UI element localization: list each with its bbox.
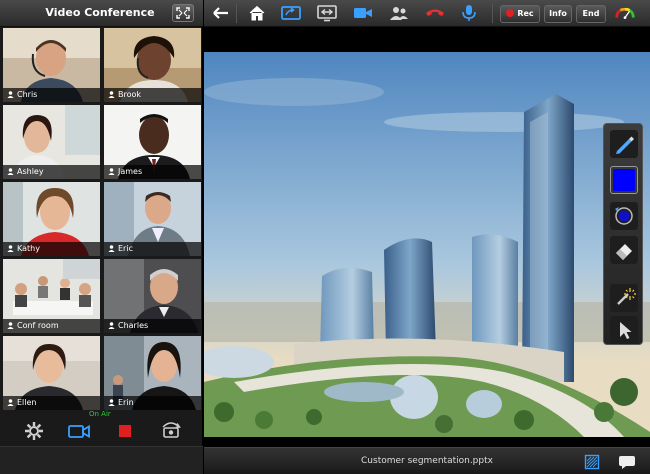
switch-view-icon[interactable] [316, 4, 338, 22]
participant-label: James [104, 165, 201, 179]
participant-tile-eric[interactable]: Eric [104, 182, 201, 256]
panel-footer [0, 446, 203, 474]
user-icon [108, 245, 115, 252]
user-icon [108, 168, 115, 175]
user-icon [108, 91, 115, 98]
participant-label: Ellen [3, 396, 100, 410]
brush-size-icon[interactable] [610, 202, 638, 230]
participant-label: Ashley [3, 165, 100, 179]
participant-label: Brook [104, 88, 201, 102]
switch-camera-icon[interactable] [160, 420, 182, 442]
signal-gauge-icon[interactable] [614, 4, 636, 22]
participant-name: Kathy [17, 244, 40, 253]
presentation-stage [204, 27, 650, 447]
participant-tile-ellen[interactable]: Ellen [3, 336, 100, 410]
user-icon [7, 399, 14, 406]
pointer-icon[interactable] [610, 316, 638, 344]
participant-name: Erin [118, 398, 134, 407]
participant-tile-charles[interactable]: Charles [104, 259, 201, 333]
hang-up-icon[interactable] [424, 4, 446, 22]
user-icon [7, 91, 14, 98]
participant-tile-brook[interactable]: Brook [104, 28, 201, 102]
participant-tile-ashley[interactable]: Ashley [3, 105, 100, 179]
home-icon[interactable] [246, 4, 268, 22]
fullscreen-icon [176, 7, 190, 19]
participant-name: Ellen [17, 398, 37, 407]
participant-name: Eric [118, 244, 133, 253]
record-button[interactable]: Rec [500, 5, 540, 23]
back-arrow-icon[interactable] [210, 4, 232, 22]
participant-tile-kathy[interactable]: Kathy [3, 182, 100, 256]
settings-icon[interactable] [23, 420, 45, 442]
presentation-footer: Customer segmentation.pptx [204, 447, 650, 474]
end-button[interactable]: End [576, 5, 606, 23]
presentation-slide-image [204, 52, 650, 437]
participant-tile-james[interactable]: James [104, 105, 201, 179]
video-camera-icon[interactable] [68, 420, 90, 442]
toolbar-separator [492, 4, 493, 23]
participant-name: Charles [118, 321, 149, 330]
participant-tile-chris[interactable]: Chris [3, 28, 100, 102]
info-button[interactable]: Info [544, 5, 572, 23]
participant-label: Erin [104, 396, 201, 410]
participant-label: Charles [104, 319, 201, 333]
user-icon [7, 168, 14, 175]
stop-icon[interactable] [114, 420, 136, 442]
participant-label: Chris [3, 88, 100, 102]
participant-label: Conf room [3, 319, 100, 333]
pen-icon[interactable] [610, 130, 638, 158]
selected-color [613, 169, 635, 191]
user-icon [7, 245, 14, 252]
video-conference-app: Video Conference Chris Brook Ashley Jame… [0, 0, 650, 474]
participant-name: Conf room [17, 321, 59, 330]
toolbar-separator [236, 4, 237, 23]
fullscreen-button[interactable] [172, 4, 194, 22]
participant-name: James [118, 167, 143, 176]
user-icon [108, 399, 115, 406]
user-icon [7, 322, 14, 329]
share-screen-icon[interactable] [280, 4, 302, 22]
annotate-icon[interactable] [584, 454, 600, 470]
call-controls [0, 416, 203, 446]
camera-icon[interactable] [352, 4, 374, 22]
record-dot-icon [506, 9, 515, 17]
participant-tile-conf-room[interactable]: Conf room [3, 259, 100, 333]
participant-name: Brook [118, 90, 142, 99]
main-toolbar: Rec Info End [204, 0, 650, 27]
participant-label: Kathy [3, 242, 100, 256]
participant-name: Ashley [17, 167, 44, 176]
panel-header: Video Conference [0, 0, 203, 27]
laser-pointer-icon[interactable] [610, 284, 638, 312]
participants-panel: Video Conference Chris Brook Ashley Jame… [0, 0, 203, 474]
info-label: Info [549, 9, 567, 18]
participant-label: Eric [104, 242, 201, 256]
chat-icon[interactable] [618, 454, 636, 470]
color-swatch[interactable] [610, 166, 638, 194]
microphone-icon[interactable] [458, 4, 480, 22]
end-label: End [582, 9, 600, 18]
record-label: Rec [517, 9, 534, 18]
participant-tile-erin[interactable]: Erin [104, 336, 201, 410]
participants-icon[interactable] [388, 4, 410, 22]
participant-name: Chris [17, 90, 38, 99]
user-icon [108, 322, 115, 329]
annotation-toolbar [603, 123, 643, 345]
eraser-icon[interactable] [610, 236, 638, 264]
panel-title: Video Conference [45, 6, 155, 19]
